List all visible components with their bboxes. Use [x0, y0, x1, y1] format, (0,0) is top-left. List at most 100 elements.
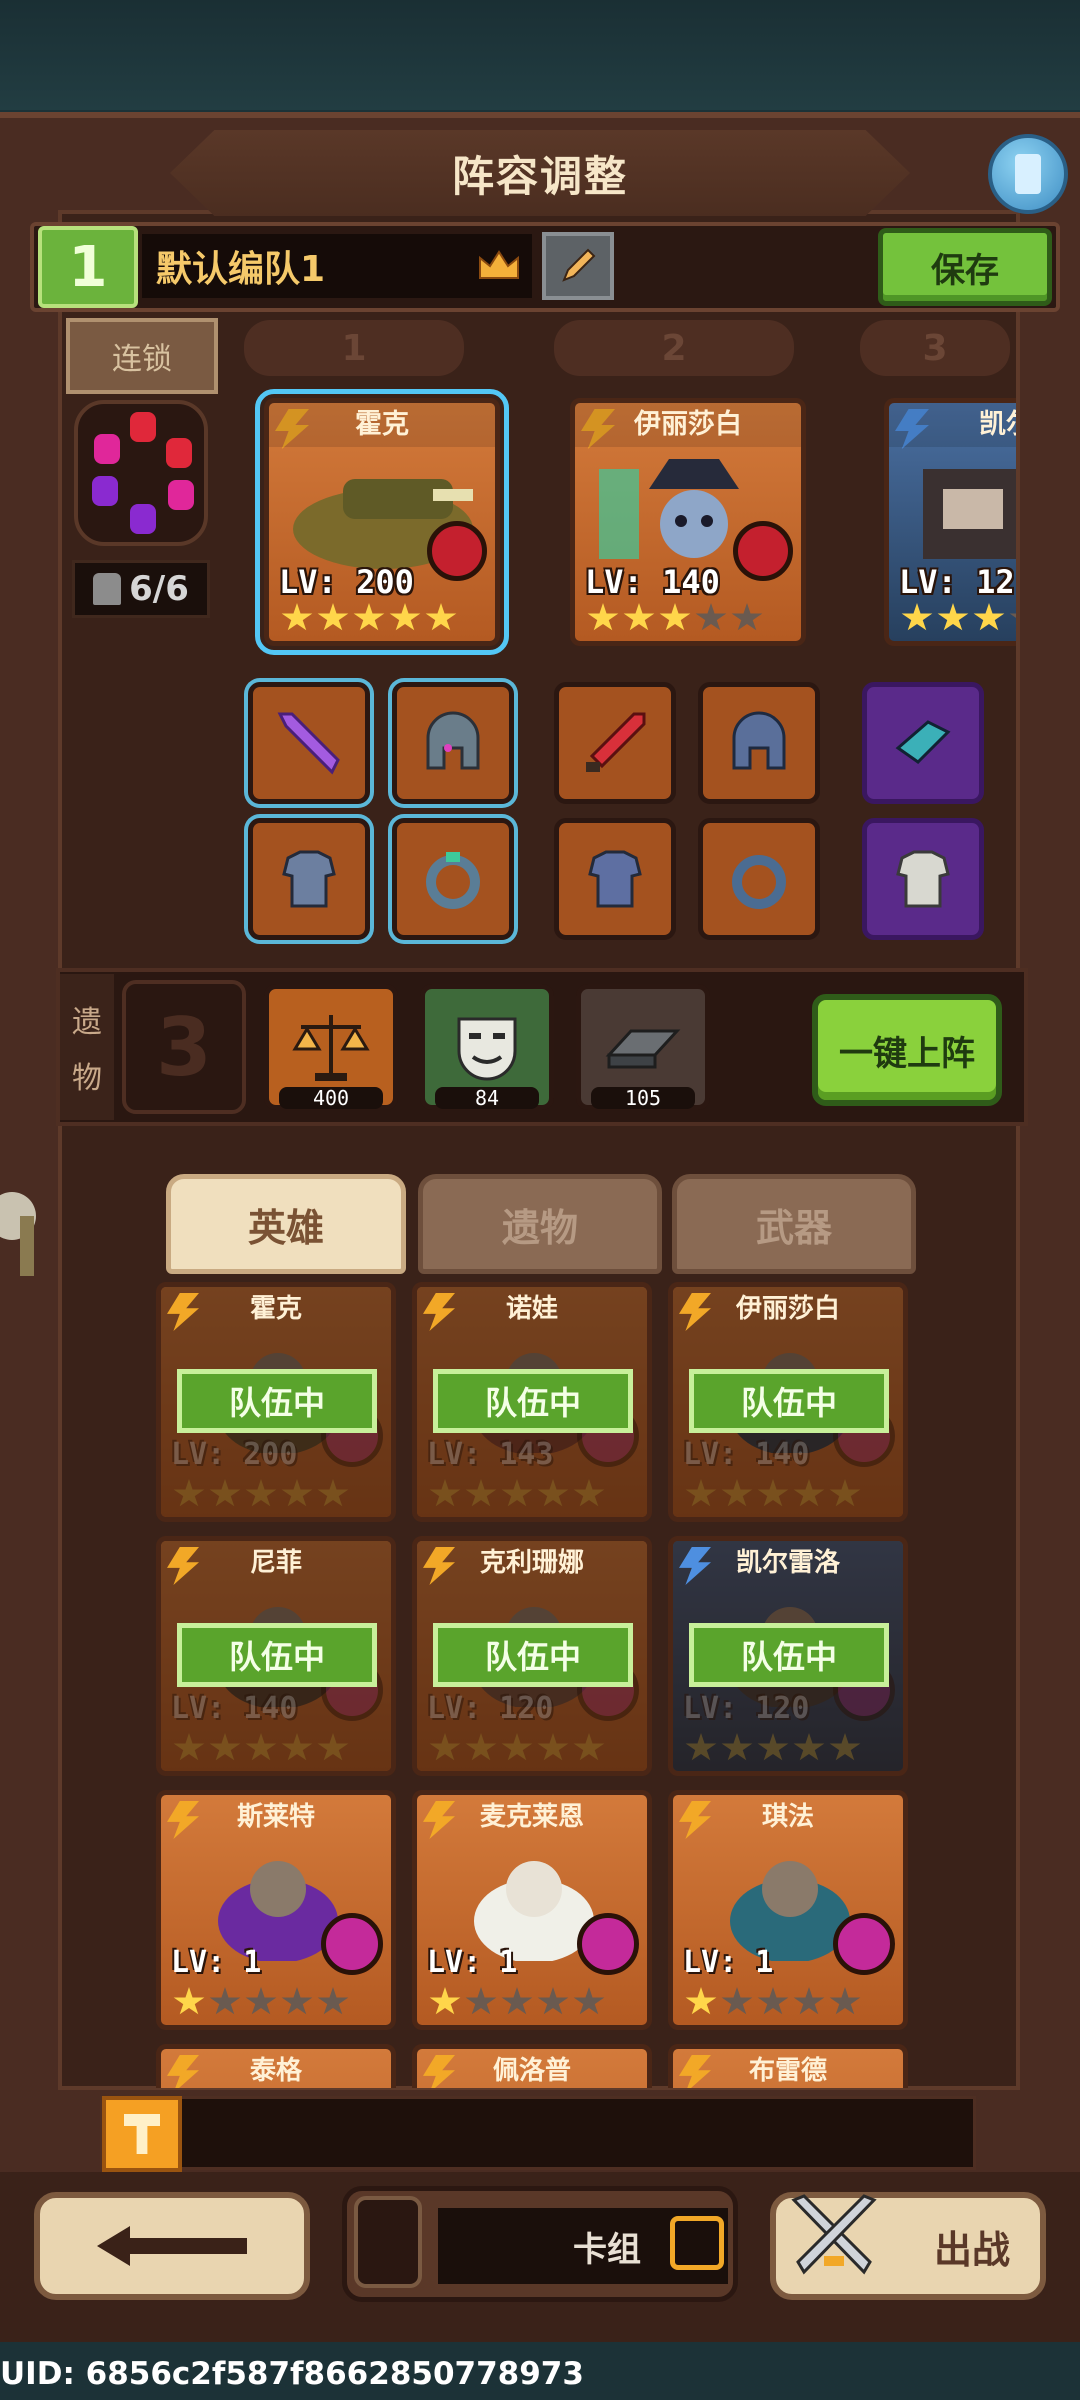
filter-icon: [124, 2114, 160, 2154]
equipment-slot[interactable]: [248, 682, 370, 804]
armor-icon: [896, 850, 950, 908]
hero-card[interactable]: 麦克莱恩 LV: 1: [412, 1790, 652, 2030]
hero-card[interactable]: 诺娃 LV: 143 队伍中: [412, 1282, 652, 1522]
star-icon: [685, 1987, 717, 2015]
tab-relics[interactable]: 遗物: [418, 1174, 662, 1274]
status-area: [0, 0, 1080, 110]
lineup-hero-card[interactable]: 霍克 LV: 200: [255, 389, 509, 655]
hero-level: LV: 140: [683, 1437, 810, 1472]
hero-name: 斯莱特: [236, 1802, 315, 1832]
attack-orb-icon: [733, 521, 793, 581]
filter-button[interactable]: [102, 2096, 182, 2172]
gem-icon: [130, 504, 156, 534]
star-icon: [429, 1987, 461, 2015]
star-icon: [281, 1733, 313, 1761]
edit-icon[interactable]: [670, 2216, 724, 2270]
star-rating: [429, 1733, 605, 1763]
battle-label: 出战: [933, 2227, 1010, 2272]
relic-slot[interactable]: 105: [576, 984, 710, 1110]
help-icon: [1015, 154, 1041, 194]
relic-slot[interactable]: 84: [420, 984, 554, 1110]
armor-icon: [282, 850, 336, 908]
crossed-swords-icon: [791, 2194, 877, 2275]
team-number-badge[interactable]: 1: [38, 226, 138, 308]
lineup-hero-card[interactable]: 伊丽莎白 LV: 140: [570, 398, 806, 646]
star-icon: [425, 603, 457, 631]
tab-weapons[interactable]: 武器: [672, 1174, 916, 1274]
equipment-slot[interactable]: [862, 682, 984, 804]
equipment-slot[interactable]: [698, 818, 820, 940]
relic-slot[interactable]: 400: [264, 984, 398, 1110]
star-icon: [623, 603, 655, 631]
hero-card[interactable]: 凯尔雷洛 LV: 120 队伍中: [668, 1536, 908, 1776]
star-icon: [209, 1733, 241, 1761]
hero-name: 克利珊娜: [479, 1548, 584, 1578]
in-team-badge: 队伍中: [689, 1623, 889, 1687]
equipment-slot[interactable]: [554, 818, 676, 940]
hero-card[interactable]: 伊丽莎白 LV: 140 队伍中: [668, 1282, 908, 1522]
star-icon: [209, 1987, 241, 2015]
star-icon: [281, 603, 313, 631]
attack-orb-icon: [427, 521, 487, 581]
relic-slot-count: 3: [122, 980, 246, 1114]
star-icon: [281, 1479, 313, 1507]
star-rating: [685, 1987, 861, 2017]
hero-name: 霍克: [269, 403, 495, 447]
in-team-badge: 队伍中: [433, 1369, 633, 1433]
helmet-icon: [426, 711, 480, 770]
equipment-slot[interactable]: [392, 818, 514, 940]
star-rating: [173, 1733, 349, 1763]
star-icon: [317, 1733, 349, 1761]
hero-card[interactable]: 佩洛普: [412, 2044, 652, 2088]
star-icon: [973, 603, 1005, 631]
equipment-slot[interactable]: [554, 682, 676, 804]
hero-level: LV: 140: [171, 1691, 298, 1726]
save-button[interactable]: 保存: [878, 228, 1052, 306]
hero-card[interactable]: 尼菲 LV: 140 队伍中: [156, 1536, 396, 1776]
hero-name: 尼菲: [249, 1548, 302, 1578]
star-rating: [685, 1479, 861, 1509]
star-icon: [573, 1987, 605, 2015]
star-icon: [695, 603, 727, 631]
hero-card[interactable]: 泰格: [156, 2044, 396, 2088]
ring-icon: [732, 855, 786, 909]
star-icon: [209, 1479, 241, 1507]
equipment-slot[interactable]: [862, 818, 984, 940]
star-rating: [901, 603, 1016, 633]
equipment-slot[interactable]: [248, 818, 370, 940]
star-rating: [429, 1479, 605, 1509]
tab-heroes[interactable]: 英雄: [166, 1174, 406, 1274]
help-button[interactable]: [988, 134, 1068, 214]
in-team-badge: 队伍中: [177, 1623, 377, 1687]
hero-grid: 霍克 LV: 200 队伍中 诺娃 LV: 143 队伍中 伊丽莎白 LV: 140 队伍中尼菲…: [156, 1282, 926, 2088]
gem-icon: [130, 412, 156, 442]
team-name-field[interactable]: 默认编队1: [142, 234, 532, 298]
hero-name: 凯尔雷洛: [735, 1548, 840, 1578]
bottom-strip: [100, 2096, 976, 2170]
back-button[interactable]: [34, 2192, 310, 2300]
skill-orb-icon: [577, 1913, 639, 1975]
equipment-slot[interactable]: [392, 682, 514, 804]
skill-orb-icon: [321, 1913, 383, 1975]
armor-icon: [588, 850, 642, 908]
scales-icon: [292, 1015, 370, 1081]
auto-deploy-button[interactable]: 一键上阵: [812, 994, 1002, 1106]
relic-label-bottom: 物: [72, 1061, 102, 1096]
title-plate: 阵容调整: [170, 130, 910, 216]
hero-card[interactable]: 霍克 LV: 200 队伍中: [156, 1282, 396, 1522]
star-icon: [721, 1733, 753, 1761]
rename-button[interactable]: [542, 232, 614, 300]
star-icon: [245, 1479, 277, 1507]
star-icon: [757, 1479, 789, 1507]
equipment-slot[interactable]: [698, 682, 820, 804]
lineup-hero-card[interactable]: 凯尔 LV: 12: [884, 398, 1016, 646]
chain-button[interactable]: 连锁: [66, 318, 218, 394]
hero-card[interactable]: 斯莱特 LV: 1: [156, 1790, 396, 2030]
hero-card[interactable]: 布雷德: [668, 2044, 908, 2088]
slot-tab-1: 1: [244, 320, 464, 376]
star-icon: [281, 1987, 313, 2015]
hero-card[interactable]: 克利珊娜 LV: 120 队伍中: [412, 1536, 652, 1776]
helmet-icon: [732, 711, 786, 770]
knight-portrait: [923, 469, 1016, 559]
hero-card[interactable]: 琪法 LV: 1: [668, 1790, 908, 2030]
